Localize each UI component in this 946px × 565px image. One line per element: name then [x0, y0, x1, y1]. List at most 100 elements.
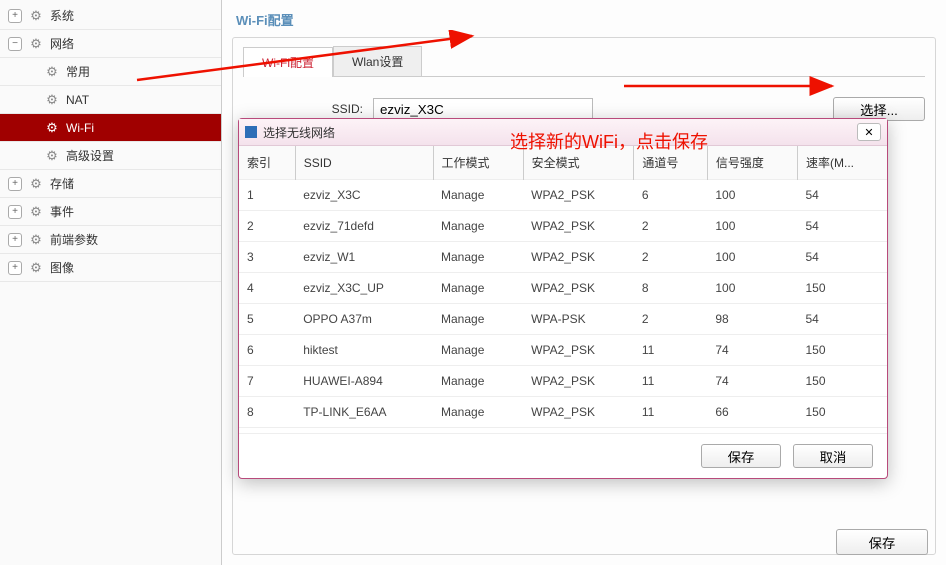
sidebar-item-label: 存储 [50, 175, 74, 192]
cell-sec: WPA2_PSK [523, 366, 634, 397]
cell-idx: 7 [239, 366, 295, 397]
table-row[interactable]: 7HUAWEI-A894ManageWPA2_PSK1174150 [239, 366, 887, 397]
sidebar-item-2[interactable]: 常用 [0, 58, 221, 86]
sidebar-item-label: NAT [66, 93, 89, 107]
cell-idx: 2 [239, 211, 295, 242]
col-header-6[interactable]: 速率(M... [798, 146, 888, 180]
gear-icon [28, 260, 44, 276]
sidebar-item-0[interactable]: + 系统 [0, 2, 221, 30]
cell-mode: Manage [433, 211, 523, 242]
col-header-4[interactable]: 通道号 [634, 146, 708, 180]
close-button[interactable]: ✕ [857, 123, 881, 141]
expand-toggle-icon[interactable]: + [8, 233, 22, 247]
cell-ssid: ezviz_W1 [295, 242, 433, 273]
expand-toggle-icon[interactable]: + [8, 205, 22, 219]
cell-sec: WPA2_PSK [523, 242, 634, 273]
cell-rate: 54 [798, 304, 888, 335]
table-row[interactable]: 8TP-LINK_E6AAManageWPA2_PSK1166150 [239, 397, 887, 428]
expand-toggle-icon[interactable]: + [8, 9, 22, 23]
expand-toggle-icon[interactable]: + [8, 261, 22, 275]
app-icon [245, 126, 257, 138]
cell-ssid: ezviz_71defd [295, 211, 433, 242]
cell-ch: 2 [634, 211, 708, 242]
col-header-5[interactable]: 信号强度 [707, 146, 797, 180]
cell-sec: WPA2_PSK [523, 180, 634, 211]
table-row[interactable]: 4ezviz_X3C_UPManageWPA2_PSK8100150 [239, 273, 887, 304]
cell-idx: 8 [239, 397, 295, 428]
tabs: Wi-Fi配置Wlan设置 [243, 46, 925, 77]
sidebar-item-label: 前端参数 [50, 231, 98, 248]
cell-sig: 74 [707, 366, 797, 397]
gear-icon [28, 36, 44, 52]
col-header-3[interactable]: 安全模式 [523, 146, 634, 180]
tab-1[interactable]: Wlan设置 [333, 46, 422, 76]
sidebar-item-label: 常用 [66, 63, 90, 80]
gear-icon [28, 176, 44, 192]
gear-icon [44, 64, 60, 80]
expand-toggle-icon[interactable]: + [8, 177, 22, 191]
cell-ch: 6 [634, 180, 708, 211]
sidebar-item-label: 图像 [50, 259, 74, 276]
cell-ssid: HUAWEI-A894 [295, 366, 433, 397]
ssid-label: SSID: [243, 102, 363, 116]
cell-rate: 54 [798, 211, 888, 242]
col-header-0[interactable]: 索引 [239, 146, 295, 180]
gear-icon [44, 148, 60, 164]
cell-idx: 3 [239, 242, 295, 273]
cell-mode: Manage [433, 397, 523, 428]
cell-idx: 5 [239, 304, 295, 335]
sidebar-item-4[interactable]: Wi-Fi [0, 114, 221, 142]
cell-ch: 8 [634, 273, 708, 304]
cell-sig: 98 [707, 304, 797, 335]
cell-ssid: ezviz_X3C [295, 180, 433, 211]
dialog-save-button[interactable]: 保存 [701, 444, 781, 468]
cell-mode: Manage [433, 180, 523, 211]
col-header-2[interactable]: 工作模式 [433, 146, 523, 180]
cell-sig: 100 [707, 273, 797, 304]
dialog-cancel-button[interactable]: 取消 [793, 444, 873, 468]
sidebar-item-9[interactable]: + 图像 [0, 254, 221, 282]
cell-ch: 2 [634, 242, 708, 273]
sidebar-item-1[interactable]: −网络 [0, 30, 221, 58]
table-row[interactable]: 1ezviz_X3CManageWPA2_PSK610054 [239, 180, 887, 211]
gear-icon [44, 92, 60, 108]
sidebar-item-label: 系统 [50, 7, 74, 24]
cell-rate: 54 [798, 180, 888, 211]
cell-rate: 150 [798, 366, 888, 397]
table-row[interactable]: 5OPPO A37mManageWPA-PSK29854 [239, 304, 887, 335]
cell-sec: WPA2_PSK [523, 397, 634, 428]
cell-sig: 100 [707, 242, 797, 273]
sidebar-item-7[interactable]: +事件 [0, 198, 221, 226]
cell-idx: 6 [239, 335, 295, 366]
sidebar: +系统−网络常用NATWi-Fi高级设置+存储+事件+前端参数+图像 [0, 0, 222, 565]
cell-rate: 150 [798, 273, 888, 304]
network-table-wrap[interactable]: 索引SSID工作模式安全模式通道号信号强度速率(M... 1ezviz_X3CM… [239, 146, 887, 434]
sidebar-item-6[interactable]: + 存储 [0, 170, 221, 198]
col-header-1[interactable]: SSID [295, 146, 433, 180]
cell-mode: Manage [433, 304, 523, 335]
sidebar-item-5[interactable]: 高级设置 [0, 142, 221, 170]
expand-toggle-icon[interactable]: − [8, 37, 22, 51]
tab-0[interactable]: Wi-Fi配置 [243, 47, 333, 77]
ssid-input[interactable] [373, 98, 593, 120]
gear-icon [28, 204, 44, 220]
cell-ch: 2 [634, 304, 708, 335]
save-button[interactable]: 保存 [836, 529, 928, 555]
table-row[interactable]: 6hiktestManageWPA2_PSK1174150 [239, 335, 887, 366]
gear-icon [28, 232, 44, 248]
panel-title: Wi-Fi配置 [232, 4, 936, 37]
cell-mode: Manage [433, 242, 523, 273]
cell-ssid: OPPO A37m [295, 304, 433, 335]
cell-ch: 11 [634, 366, 708, 397]
table-row[interactable]: 2ezviz_71defdManageWPA2_PSK210054 [239, 211, 887, 242]
sidebar-item-3[interactable]: NAT [0, 86, 221, 114]
cell-mode: Manage [433, 335, 523, 366]
cell-sig: 100 [707, 180, 797, 211]
cell-sec: WPA2_PSK [523, 211, 634, 242]
sidebar-item-label: 高级设置 [66, 147, 114, 164]
table-row[interactable]: 3ezviz_W1ManageWPA2_PSK210054 [239, 242, 887, 273]
cell-sig: 74 [707, 335, 797, 366]
cell-sec: WPA2_PSK [523, 335, 634, 366]
sidebar-item-8[interactable]: + 前端参数 [0, 226, 221, 254]
cell-rate: 150 [798, 335, 888, 366]
